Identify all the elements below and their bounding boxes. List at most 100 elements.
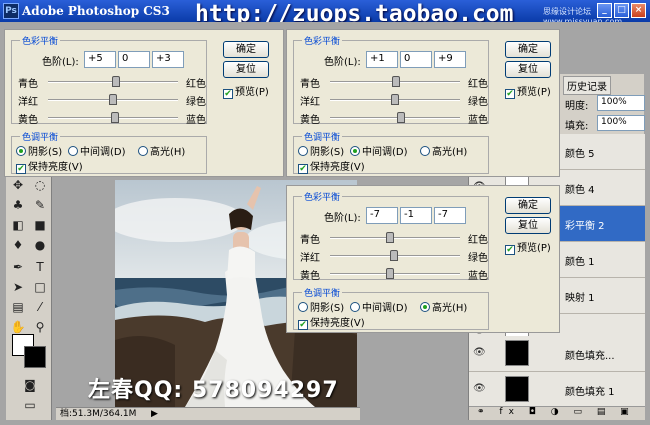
preserve-luminosity-checkbox[interactable]: ✔ 保持亮度(V) [16, 158, 83, 174]
visibility-eye-icon[interactable]: 👁 [473, 383, 486, 394]
checkmark-icon: ✔ [505, 245, 515, 255]
tab-history[interactable]: 历史记录 [563, 76, 611, 95]
cyan-red-slider-handle[interactable] [386, 232, 395, 243]
preserve-luminosity-checkbox[interactable]: ✔ 保持亮度(V) [298, 314, 365, 330]
slider-left-label: 黄色 [300, 271, 320, 282]
radio-highlights[interactable]: 高光(H) [420, 143, 467, 158]
eyedropper-icon[interactable]: ⁄ [30, 298, 50, 316]
gradient-tool-icon[interactable]: ■ [30, 216, 50, 234]
cyan-red-slider-handle[interactable] [391, 76, 400, 87]
quick-mask-icon[interactable]: ◙ [20, 376, 40, 394]
radio-label: 阴影(S) [310, 303, 345, 314]
layer-name: 颜色填充... [565, 351, 615, 362]
ok-button[interactable]: 确定 [505, 41, 551, 58]
stamp-tool-icon[interactable]: ♣ [8, 196, 28, 214]
tone-balance-group: 色调平衡 阴影(S) 中间调(D) 高光(H) ✔ 保持亮度(V) [293, 130, 489, 174]
preview-label: 预览(P) [235, 87, 269, 98]
history-brush-icon[interactable]: ✎ [30, 196, 50, 214]
preview-checkbox[interactable]: ✔ 预览(P) [223, 83, 269, 99]
levels-label: 色阶(L): [324, 213, 361, 224]
radio-dot-icon [350, 146, 360, 156]
move-tool-icon[interactable]: ✥ [8, 176, 28, 194]
color-balance-dialog-midtones: 色彩平衡 色阶(L): +1 0 +9 青色 红色 洋红 绿色 黄色 蓝色 确定… [286, 29, 560, 177]
radio-midtones[interactable]: 中间调(D) [350, 299, 408, 314]
layer-name: 颜色 5 [565, 149, 595, 160]
radio-shadows[interactable]: 阴影(S) [298, 143, 344, 158]
slider-left-label: 黄色 [18, 115, 38, 126]
level-yellow-blue-input[interactable]: +3 [152, 51, 184, 68]
color-balance-dialog-shadows: 色彩平衡 色阶(L): +5 0 +3 青色 红色 洋红 绿色 黄色 蓝色 确定… [4, 29, 284, 177]
radio-midtones[interactable]: 中间调(D) [68, 143, 126, 158]
layer-thumbnail [505, 340, 529, 366]
lasso-tool-icon[interactable]: ◌ [30, 176, 50, 194]
maximize-icon[interactable]: □ [614, 3, 629, 18]
preserve-label: 保持亮度(V) [310, 162, 365, 173]
ok-button[interactable]: 确定 [223, 41, 269, 58]
close-icon[interactable]: × [631, 3, 646, 18]
group-title: 色调平衡 [20, 130, 61, 143]
slider-left-label: 青色 [300, 79, 320, 90]
opacity-field[interactable]: 100% [597, 95, 645, 111]
yellow-blue-slider-handle[interactable] [386, 268, 395, 279]
level-yellow-blue-input[interactable]: -7 [434, 207, 466, 224]
layer-name: 颜色 4 [565, 185, 595, 196]
ok-button[interactable]: 确定 [505, 197, 551, 214]
dodge-tool-icon[interactable]: ● [30, 236, 50, 254]
reset-button[interactable]: 复位 [505, 217, 551, 234]
pen-tool-icon[interactable]: ✒ [8, 258, 28, 276]
screen-mode-icon[interactable]: ▭ [20, 396, 40, 414]
app-title: Adobe Photoshop CS3 [22, 4, 170, 18]
magenta-green-slider-handle[interactable] [391, 94, 399, 105]
radio-shadows[interactable]: 阴影(S) [298, 299, 344, 314]
level-magenta-green-input[interactable]: -1 [400, 207, 432, 224]
magenta-green-slider-handle[interactable] [109, 94, 117, 105]
yellow-blue-slider-handle[interactable] [396, 112, 405, 123]
blur-tool-icon[interactable]: ♦ [8, 236, 28, 254]
preview-checkbox[interactable]: ✔ 预览(P) [505, 83, 551, 99]
level-cyan-red-input[interactable]: +5 [84, 51, 116, 68]
preview-checkbox[interactable]: ✔ 预览(P) [505, 239, 551, 255]
background-color-swatch[interactable] [24, 346, 46, 368]
radio-highlights[interactable]: 高光(H) [138, 143, 185, 158]
level-cyan-red-input[interactable]: +1 [366, 51, 398, 68]
cyan-red-slider-handle[interactable] [112, 76, 121, 87]
radio-label: 阴影(S) [310, 147, 345, 158]
visibility-eye-icon[interactable]: 👁 [473, 347, 486, 358]
radio-midtones[interactable]: 中间调(D) [350, 143, 408, 158]
type-tool-icon[interactable]: T [30, 258, 50, 276]
status-menu-arrow-icon[interactable]: ▶ [151, 408, 158, 420]
level-cyan-red-input[interactable]: -7 [366, 207, 398, 224]
path-select-icon[interactable]: ➤ [8, 278, 28, 296]
layer-footer-icons[interactable]: ⚭ fx ◘ ◑ ▭ ▤ ▣ [469, 406, 645, 420]
minimize-icon[interactable]: _ [597, 3, 612, 18]
level-magenta-green-input[interactable]: 0 [400, 51, 432, 68]
layer-row[interactable]: 👁 颜色填充... [469, 336, 645, 372]
radio-dot-icon [420, 302, 430, 312]
checkmark-icon: ✔ [223, 89, 233, 99]
radio-label: 中间调(D) [362, 303, 408, 314]
preserve-label: 保持亮度(V) [310, 318, 365, 329]
reset-button[interactable]: 复位 [223, 61, 269, 78]
slider-right-label: 红色 [468, 235, 488, 246]
level-yellow-blue-input[interactable]: +9 [434, 51, 466, 68]
slider-track [330, 273, 460, 275]
eraser-tool-icon[interactable]: ◧ [8, 216, 28, 234]
level-magenta-green-input[interactable]: 0 [118, 51, 150, 68]
layer-row[interactable]: 👁 颜色填充 1 [469, 372, 645, 408]
shape-tool-icon[interactable]: □ [30, 278, 50, 296]
reset-button[interactable]: 复位 [505, 61, 551, 78]
fill-field[interactable]: 100% [597, 115, 645, 131]
radio-shadows[interactable]: 阴影(S) [16, 143, 62, 158]
layer-thumbnail [505, 376, 529, 402]
layer-name: 颜色 1 [565, 257, 595, 268]
notes-tool-icon[interactable]: ▤ [8, 298, 28, 316]
slider-left-label: 青色 [300, 235, 320, 246]
magenta-green-slider-handle[interactable] [390, 250, 399, 261]
slider-right-label: 绿色 [468, 97, 488, 108]
color-balance-dialog-highlights: 色彩平衡 色阶(L): -7 -1 -7 青色 红色 洋红 绿色 黄色 蓝色 确… [286, 185, 560, 333]
photoshop-icon: Ps [3, 3, 19, 19]
radio-highlights[interactable]: 高光(H) [420, 299, 467, 314]
yellow-blue-slider-handle[interactable] [110, 112, 119, 123]
preview-label: 预览(P) [517, 87, 551, 98]
preserve-luminosity-checkbox[interactable]: ✔ 保持亮度(V) [298, 158, 365, 174]
